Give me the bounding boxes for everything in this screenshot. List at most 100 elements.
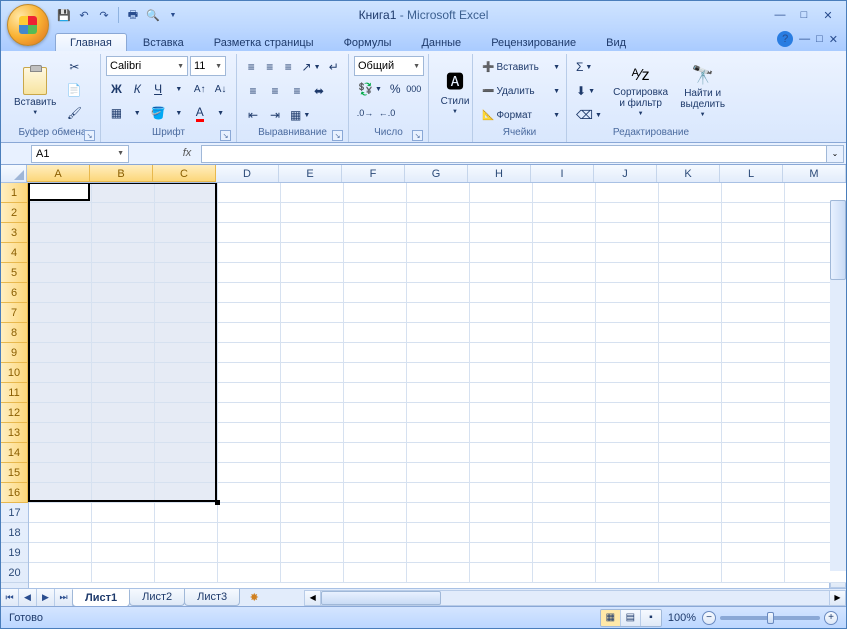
cell[interactable]: [29, 423, 92, 443]
cell[interactable]: [29, 463, 92, 483]
number-dialog-launcher[interactable]: ↘: [412, 130, 423, 141]
cell[interactable]: [281, 203, 344, 223]
qat-print-icon[interactable]: 🖶: [124, 6, 142, 24]
cell[interactable]: [218, 563, 281, 583]
row-header-17[interactable]: 17: [1, 503, 28, 523]
cell[interactable]: [722, 523, 785, 543]
cell[interactable]: [29, 343, 92, 363]
font-color-button[interactable]: A: [189, 102, 210, 124]
row-header-15[interactable]: 15: [1, 463, 28, 483]
column-header-K[interactable]: K: [657, 165, 720, 182]
font-size-selector[interactable]: 11▼: [190, 56, 226, 76]
cell[interactable]: [470, 183, 533, 203]
cell[interactable]: [722, 563, 785, 583]
cell[interactable]: [344, 543, 407, 563]
cell[interactable]: [29, 523, 92, 543]
cell[interactable]: [722, 283, 785, 303]
row-header-3[interactable]: 3: [1, 223, 28, 243]
cell[interactable]: [659, 203, 722, 223]
cell[interactable]: [92, 423, 155, 443]
cell[interactable]: [218, 363, 281, 383]
row-header-1[interactable]: 1: [1, 183, 28, 203]
copy-button[interactable]: 📄: [63, 79, 85, 101]
cell[interactable]: [533, 563, 596, 583]
cell[interactable]: [155, 323, 218, 343]
cell[interactable]: [470, 463, 533, 483]
cell[interactable]: [722, 383, 785, 403]
cell[interactable]: [29, 503, 92, 523]
cell[interactable]: [596, 243, 659, 263]
expand-formula-bar[interactable]: ⌄: [826, 145, 844, 163]
column-header-L[interactable]: L: [720, 165, 783, 182]
cell[interactable]: [218, 423, 281, 443]
cell[interactable]: [92, 243, 155, 263]
underline-dropdown[interactable]: ▼: [168, 78, 189, 100]
cell[interactable]: [344, 323, 407, 343]
cell[interactable]: [281, 543, 344, 563]
zoom-label[interactable]: 100%: [668, 612, 696, 624]
cell[interactable]: [533, 403, 596, 423]
align-center-button[interactable]: ≡: [264, 80, 286, 102]
cell[interactable]: [407, 303, 470, 323]
cell[interactable]: [155, 463, 218, 483]
cell[interactable]: [596, 323, 659, 343]
tab-view[interactable]: Вид: [592, 34, 640, 51]
cell[interactable]: [218, 303, 281, 323]
cell[interactable]: [470, 403, 533, 423]
cell[interactable]: [344, 363, 407, 383]
align-right-button[interactable]: ≡: [286, 80, 308, 102]
row-header-5[interactable]: 5: [1, 263, 28, 283]
cell[interactable]: [92, 223, 155, 243]
cell[interactable]: [29, 323, 92, 343]
paste-button[interactable]: Вставить ▼: [10, 56, 60, 127]
cell[interactable]: [281, 263, 344, 283]
cell[interactable]: [218, 263, 281, 283]
cell[interactable]: [281, 563, 344, 583]
cell[interactable]: [722, 183, 785, 203]
cell[interactable]: [407, 243, 470, 263]
row-header-12[interactable]: 12: [1, 403, 28, 423]
minimize-button[interactable]: —: [770, 7, 790, 23]
cell[interactable]: [596, 443, 659, 463]
cell[interactable]: [722, 363, 785, 383]
cell[interactable]: [155, 503, 218, 523]
cell[interactable]: [407, 283, 470, 303]
cell[interactable]: [470, 363, 533, 383]
cell[interactable]: [722, 243, 785, 263]
borders-button[interactable]: ▦: [106, 102, 127, 124]
column-header-H[interactable]: H: [468, 165, 531, 182]
cell[interactable]: [533, 523, 596, 543]
row-header-14[interactable]: 14: [1, 443, 28, 463]
column-header-B[interactable]: B: [90, 165, 153, 182]
borders-dropdown[interactable]: ▼: [127, 102, 148, 124]
font-color-dropdown[interactable]: ▼: [210, 102, 231, 124]
view-normal-button[interactable]: ▦: [601, 610, 621, 626]
cell[interactable]: [281, 443, 344, 463]
tab-home[interactable]: Главная: [55, 33, 127, 51]
cell[interactable]: [281, 283, 344, 303]
vertical-scrollbar[interactable]: ▲ ▼: [829, 183, 846, 588]
wrap-text-button[interactable]: ↵: [325, 56, 344, 78]
cut-button[interactable]: ✂: [63, 56, 85, 78]
cell[interactable]: [470, 503, 533, 523]
cell[interactable]: [533, 283, 596, 303]
cell[interactable]: [344, 303, 407, 323]
close-button[interactable]: ✕: [818, 7, 838, 23]
cell[interactable]: [281, 523, 344, 543]
cell[interactable]: [722, 263, 785, 283]
cell[interactable]: [344, 343, 407, 363]
italic-button[interactable]: К: [127, 78, 148, 100]
cell[interactable]: [659, 443, 722, 463]
cell[interactable]: [218, 183, 281, 203]
mdi-restore-button[interactable]: □: [816, 33, 823, 45]
cell[interactable]: [29, 443, 92, 463]
alignment-dialog-launcher[interactable]: ↘: [332, 130, 343, 141]
orientation-button[interactable]: ↗▼: [298, 56, 325, 78]
cell[interactable]: [470, 483, 533, 503]
merge-cells-button[interactable]: ▦▼: [286, 104, 314, 126]
cell[interactable]: [155, 183, 218, 203]
cell[interactable]: [470, 303, 533, 323]
cell[interactable]: [155, 523, 218, 543]
column-header-C[interactable]: C: [153, 165, 216, 182]
percent-button[interactable]: %: [386, 78, 405, 100]
